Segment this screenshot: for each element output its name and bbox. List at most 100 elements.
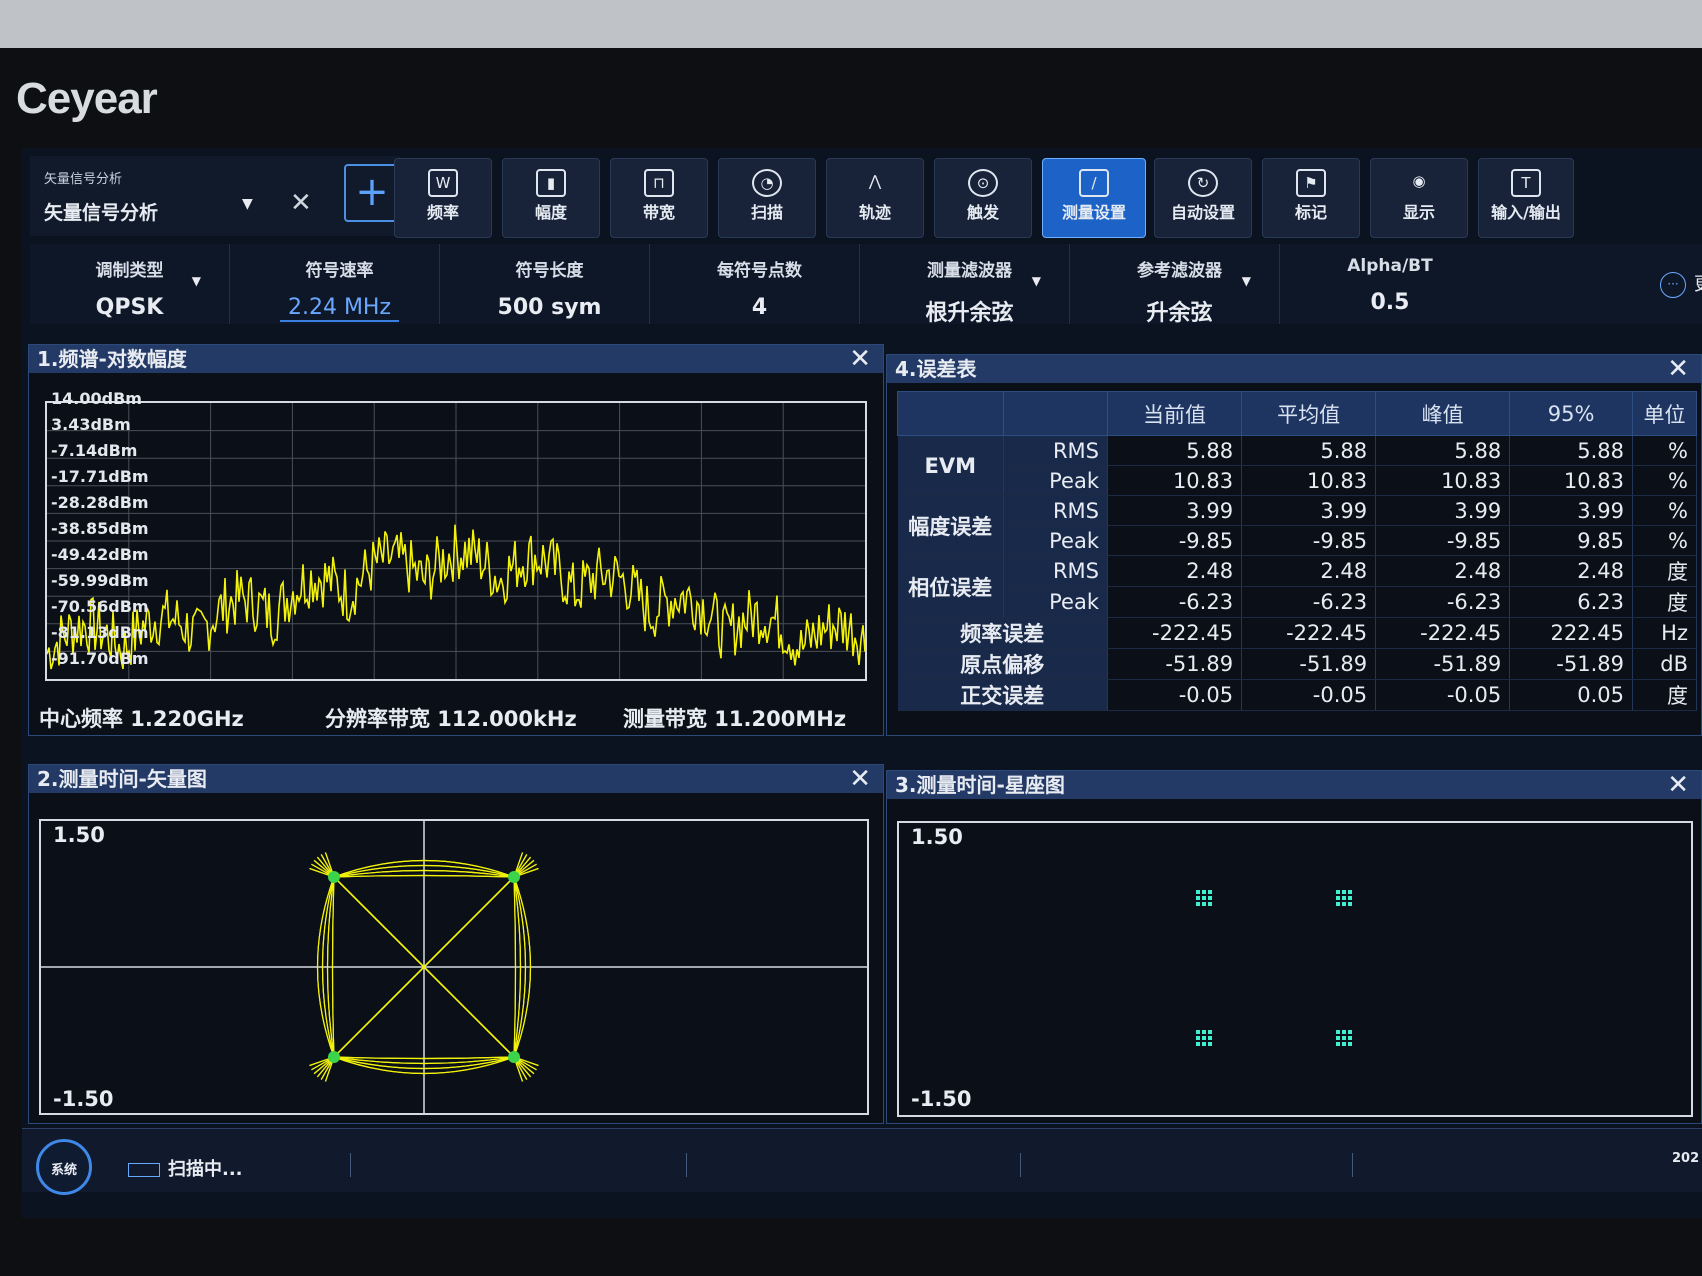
spectrum-panel[interactable]: 1.频谱-对数幅度 ✕ 14.00dBm 3.43dBm -7.14dBm -17.7… — [28, 344, 884, 736]
constellation-point — [1342, 896, 1346, 900]
clock: 202 — [1672, 1151, 1700, 1166]
spectrum-y-tick-label: -91.70dBm — [51, 649, 149, 668]
table-cell: -222.45 — [1375, 617, 1511, 649]
symbol-length-field[interactable]: 符号长度 500 sym — [450, 244, 650, 324]
amplitude-icon: ▮ — [536, 169, 566, 197]
close-icon[interactable]: ✕ — [849, 765, 871, 793]
frequency-button[interactable]: W 频率 — [394, 158, 492, 238]
constellation-point — [1348, 1036, 1352, 1040]
input-output-button[interactable]: T 输入/输出 — [1478, 158, 1574, 238]
close-icon[interactable]: ✕ — [290, 188, 312, 218]
error-table-title: 4.误差表 — [887, 355, 1701, 383]
auto-setup-icon: ↻ — [1188, 169, 1218, 197]
auto-setup-button[interactable]: ↻ 自动设置 — [1154, 158, 1252, 238]
table-cell: % — [1632, 435, 1698, 466]
modulation-type-field[interactable]: 调制类型 QPSK ▼ — [30, 244, 230, 324]
table-cell: 5.88 — [1375, 435, 1511, 466]
more-label[interactable]: 更 — [1694, 270, 1702, 296]
reference-filter-field[interactable]: 参考滤波器 升余弦 ▼ — [1080, 244, 1280, 326]
table-cell: 度 — [1632, 586, 1698, 618]
vector-panel[interactable]: 2.测量时间-矢量图 ✕ 1.50 -1.50 — [28, 764, 884, 1124]
row-label: 正交误差 — [897, 679, 1108, 711]
constellation-point — [1196, 896, 1200, 900]
spectrum-trace-svg — [46, 403, 866, 679]
constellation-y-min: -1.50 — [911, 1087, 972, 1111]
spectrum-y-tick-label: 14.00dBm — [51, 389, 142, 408]
constellation-y-max: 1.50 — [911, 825, 963, 849]
constellation-points-svg — [1196, 890, 1352, 1046]
table-cell: 9.85 — [1509, 525, 1633, 556]
amplitude-button[interactable]: ▮ 幅度 — [502, 158, 600, 238]
table-cell: 3.99 — [1107, 495, 1243, 526]
table-cell: 6.23 — [1509, 586, 1633, 618]
table-cell: 10.83 — [1107, 465, 1243, 496]
close-icon[interactable]: ✕ — [1667, 355, 1689, 383]
table-cell: -222.45 — [1107, 617, 1243, 649]
table-header-cell: 峰值 — [1375, 391, 1511, 436]
table-row: 相位误差 RMS 2.48 2.48 2.48 2.48 度 — [897, 555, 1698, 618]
constellation-point — [1202, 890, 1206, 894]
row-sub-label: Peak — [1003, 525, 1108, 556]
constellation-point — [1336, 890, 1340, 894]
points-per-symbol-field[interactable]: 每符号点数 4 — [660, 244, 860, 324]
trigger-button[interactable]: ⊙ 触发 — [934, 158, 1032, 238]
display-button[interactable]: ◉ 显示 — [1370, 158, 1468, 238]
spectrum-y-tick-label: -38.85dBm — [51, 519, 149, 538]
marker-button[interactable]: ⚑ 标记 — [1262, 158, 1360, 238]
eye-icon: ◉ — [1412, 172, 1426, 190]
constellation-point — [1196, 890, 1200, 894]
measure-setup-button[interactable]: / 测量设置 — [1042, 158, 1146, 238]
constellation-point — [1202, 896, 1206, 900]
table-cell: 2.48 — [1241, 555, 1377, 587]
analyzer-screen: 矢量信号分析 矢量信号分析 ▼ ✕ + W 频率 ▮ 幅度 ⊓ 带宽 ◔ 扫描 ⋀ 轨迹 … — [22, 148, 1702, 1218]
table-row: 幅度误差 RMS 3.99 3.99 3.99 3.99% — [897, 495, 1698, 556]
table-row: Peak -9.85 -9.85 -9.85 9.85% — [898, 525, 1698, 556]
close-icon[interactable]: ✕ — [849, 345, 871, 373]
brand-logo: Ceyear — [16, 74, 158, 123]
constellation-panel[interactable]: 3.测量时间-星座图 ✕ 1.50 -1.50 — [886, 770, 1702, 1124]
constellation-point — [1348, 1030, 1352, 1034]
constellation-point — [1336, 902, 1340, 906]
constellation-point — [1342, 1030, 1346, 1034]
table-cell: dB — [1632, 648, 1698, 680]
alpha-bt-field[interactable]: Alpha/BT 0.5 — [1290, 244, 1490, 324]
table-header-cell: 平均值 — [1241, 391, 1377, 436]
add-measurement-button[interactable]: + — [344, 164, 400, 222]
table-cell: -0.05 — [1241, 679, 1377, 711]
table-cell: 3.99 — [1241, 495, 1377, 526]
table-cell: -9.85 — [1375, 525, 1511, 556]
trace-icon: ⋀ — [868, 172, 882, 190]
constellation-point — [1342, 890, 1346, 894]
measurement-filter-field[interactable]: 测量滤波器 根升余弦 ▼ — [870, 244, 1070, 326]
table-cell: % — [1632, 495, 1698, 526]
bandwidth-button[interactable]: ⊓ 带宽 — [610, 158, 708, 238]
table-cell: % — [1632, 465, 1698, 496]
flag-icon: ⚑ — [1296, 169, 1326, 197]
constellation-point — [1208, 1030, 1212, 1034]
sweep-button[interactable]: ◔ 扫描 — [718, 158, 816, 238]
divider — [1020, 1153, 1021, 1177]
row-sub-label: Peak — [1003, 465, 1108, 496]
close-icon[interactable]: ✕ — [1667, 771, 1689, 799]
spectrum-plot[interactable] — [45, 401, 867, 681]
constellation-plot[interactable]: 1.50 -1.50 — [897, 821, 1693, 1117]
mode-caption: 矢量信号分析 — [44, 172, 123, 187]
spectrum-y-tick-label: -7.14dBm — [51, 441, 138, 460]
table-cell: -6.23 — [1375, 586, 1511, 618]
bandwidth-icon: ⊓ — [644, 169, 674, 197]
constellation-point — [1202, 1036, 1206, 1040]
trace-button[interactable]: ⋀ 轨迹 — [826, 158, 924, 238]
table-cell: -9.85 — [1241, 525, 1377, 556]
trigger-icon: ⊙ — [968, 169, 998, 197]
center-frequency: 中心频率 1.220GHz — [39, 707, 244, 731]
spectrum-y-tick-label: -49.42dBm — [51, 545, 149, 564]
spectrum-y-tick-label: -28.28dBm — [51, 493, 149, 512]
spectrum-y-tick-label: -81.13dBm — [51, 623, 149, 642]
more-icon[interactable]: ··· — [1660, 272, 1686, 298]
vector-plot[interactable]: 1.50 -1.50 — [39, 819, 869, 1115]
error-table-panel[interactable]: 4.误差表 ✕ 当前值 平均值 峰值 95% 单位 EVM RMS 5.88 5.88 5.88 5… — [886, 354, 1702, 736]
chevron-down-icon[interactable]: ▼ — [242, 196, 253, 212]
system-button[interactable]: 系统 — [36, 1139, 92, 1195]
status-bar: 系统 扫描中... 202 — [22, 1128, 1702, 1195]
symbol-rate-input[interactable]: 符号速率 2.24 MHz — [240, 244, 440, 324]
